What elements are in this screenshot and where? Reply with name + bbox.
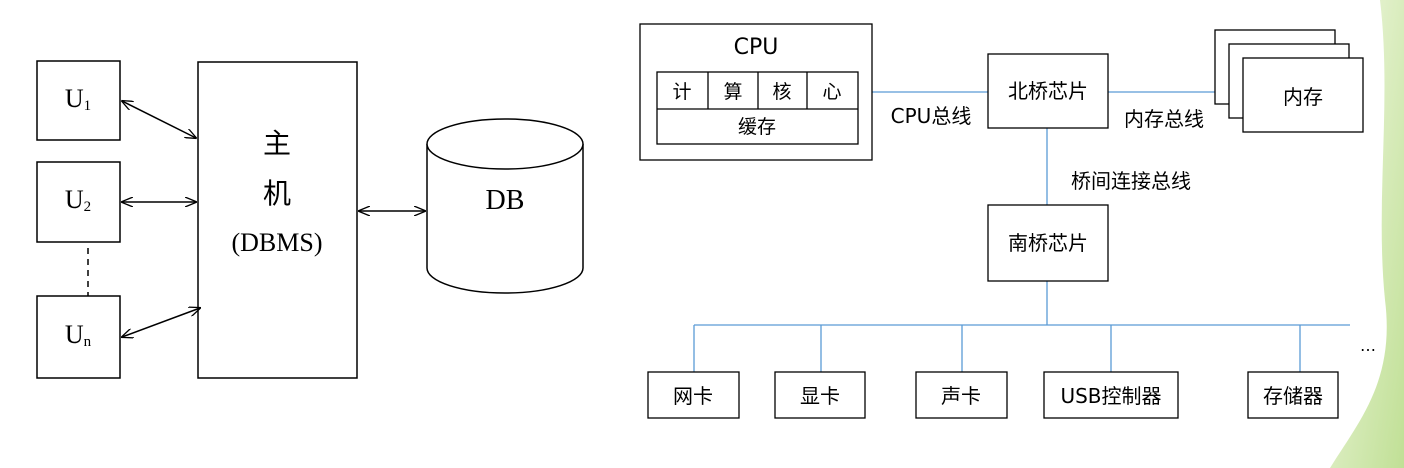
device-label-soundcard: 声卡 — [941, 384, 981, 408]
arrow-user1-host — [122, 101, 196, 138]
memory-bus-label: 内存总线 — [1124, 107, 1204, 131]
cpu-core-char-3: 核 — [772, 81, 791, 103]
device-label-storage: 存储器 — [1263, 384, 1323, 408]
cpu-core-char-4: 心 — [822, 81, 841, 103]
arrow-usern-host — [122, 308, 200, 337]
cpu-bus-label: CPU总线 — [891, 104, 972, 128]
cpu-cache-label: 缓存 — [738, 116, 776, 138]
cpu-core-char-1: 计 — [672, 81, 691, 103]
database-label: DB — [486, 185, 525, 216]
architecture-diagrams: U1 U2 Un 主 机 (DBMS) DB CPU 计 算 核 心 缓存 北桥… — [36, 0, 1404, 468]
north-bridge-label: 北桥芯片 — [1008, 79, 1088, 103]
device-label-gpu: 显卡 — [800, 384, 840, 408]
host-label-line1: 主 — [263, 128, 291, 160]
bridge-bus-label: 桥间连接总线 — [1071, 169, 1191, 193]
memory-label: 内存 — [1283, 85, 1323, 109]
south-bridge-label: 南桥芯片 — [1008, 231, 1088, 255]
host-box — [197, 61, 358, 379]
device-label-usb: USB控制器 — [1060, 384, 1161, 408]
right-diagram: CPU 计 算 核 心 缓存 北桥芯片 CPU总线 内存总线 桥间连接总线 内存… — [639, 23, 1376, 419]
cpu-title: CPU — [734, 35, 779, 60]
more-devices-ellipsis: … — [1360, 336, 1376, 355]
device-label-netcard: 网卡 — [673, 384, 713, 408]
cpu-core-char-2: 算 — [723, 81, 742, 103]
host-label-line3: (DBMS) — [231, 228, 322, 257]
host-label-line2: 机 — [263, 178, 291, 210]
left-diagram: U1 U2 Un 主 机 (DBMS) DB — [36, 60, 584, 379]
